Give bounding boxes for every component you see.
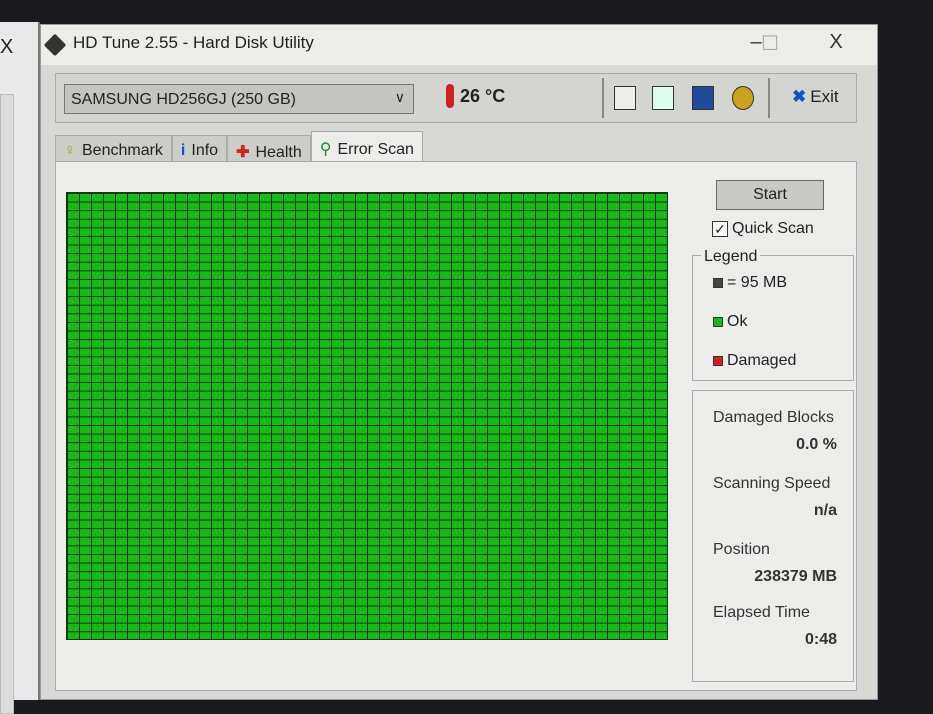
checkbox-checked-icon: ✓ <box>712 221 728 237</box>
legend-label: Ok <box>727 313 748 330</box>
temperature-value: 26 °C <box>460 85 506 106</box>
ok-swatch-icon <box>713 317 723 327</box>
background-window: X <box>0 22 40 714</box>
legend-damaged: Damaged <box>713 352 796 370</box>
toolbar-divider <box>602 78 604 118</box>
damaged-blocks-value: 0.0 % <box>796 436 837 453</box>
tab-label: Error Scan <box>337 141 414 158</box>
exit-button[interactable]: ✖ Exit <box>792 87 839 107</box>
toolbar: SAMSUNG HD256GJ (250 GB) ∨ 26 °C ✖ Exit <box>55 73 857 123</box>
legend-ok: Ok <box>713 313 747 331</box>
elapsed-time-value: 0:48 <box>804 631 837 648</box>
start-button[interactable]: Start <box>716 180 824 210</box>
tab-bar: ♀ Benchmark i Info ✚ Health ⚲ Error Scan <box>55 131 423 165</box>
app-window: HD Tune 2.55 - Hard Disk Utility – ☐ X S… <box>40 24 878 700</box>
tab-health[interactable]: ✚ Health <box>227 135 311 163</box>
error-scan-panel: Start ✓ Quick Scan Legend = 95 MB Ok Dama… <box>55 161 857 691</box>
tab-info[interactable]: i Info <box>171 135 228 163</box>
scan-block-map <box>66 192 668 640</box>
close-button[interactable]: X <box>821 31 851 54</box>
bulb-icon: ♀ <box>64 142 76 159</box>
chevron-down-icon: ∨ <box>394 89 405 105</box>
tab-error-scan[interactable]: ⚲ Error Scan <box>310 131 423 165</box>
copy-info-icon[interactable] <box>614 86 636 110</box>
scan-stats: Damaged Blocks 0.0 % Scanning Speed n/a … <box>692 390 854 682</box>
legend-title: Legend <box>701 248 761 266</box>
options-gear-icon[interactable] <box>732 86 754 110</box>
exit-label: Exit <box>810 87 839 106</box>
tab-label: Benchmark <box>82 142 163 159</box>
damaged-swatch-icon <box>713 356 723 366</box>
tab-label: Info <box>191 142 219 159</box>
drive-select-value: SAMSUNG HD256GJ (250 GB) <box>71 91 296 108</box>
legend-block-size: = 95 MB <box>713 274 787 292</box>
title-bar: HD Tune 2.55 - Hard Disk Utility – ☐ X <box>41 25 877 65</box>
legend-group: Legend = 95 MB Ok Damaged <box>692 248 854 381</box>
info-icon: i <box>180 142 186 159</box>
scanning-speed-value: n/a <box>813 502 837 519</box>
block-swatch-icon <box>713 278 723 288</box>
legend-label: Damaged <box>727 352 797 369</box>
quick-scan-checkbox[interactable]: ✓ Quick Scan <box>712 220 814 238</box>
position-label: Position <box>713 541 770 558</box>
quick-scan-label: Quick Scan <box>732 220 814 237</box>
damaged-blocks-label: Damaged Blocks <box>713 409 834 426</box>
exit-x-icon: ✖ <box>792 87 807 106</box>
temperature: 26 °C <box>446 84 505 108</box>
tab-label: Health <box>255 144 302 161</box>
scanning-speed-label: Scanning Speed <box>713 475 831 492</box>
background-panel <box>0 94 14 714</box>
tab-benchmark[interactable]: ♀ Benchmark <box>55 135 172 163</box>
elapsed-time-label: Elapsed Time <box>713 604 810 621</box>
window-title: HD Tune 2.55 - Hard Disk Utility <box>73 33 314 52</box>
toolbar-divider <box>768 78 770 118</box>
copy-all-icon[interactable] <box>652 86 674 110</box>
background-close-button[interactable]: X <box>0 36 13 59</box>
drive-select[interactable]: SAMSUNG HD256GJ (250 GB) ∨ <box>64 84 414 114</box>
app-logo-icon <box>43 33 67 57</box>
position-value: 238379 MB <box>754 568 837 585</box>
thermometer-icon <box>446 84 454 108</box>
health-cross-icon: ✚ <box>236 144 250 161</box>
legend-label: = 95 MB <box>727 274 788 291</box>
save-icon[interactable] <box>692 86 714 110</box>
maximize-button[interactable]: ☐ <box>755 31 785 56</box>
magnifier-icon: ⚲ <box>319 141 332 158</box>
